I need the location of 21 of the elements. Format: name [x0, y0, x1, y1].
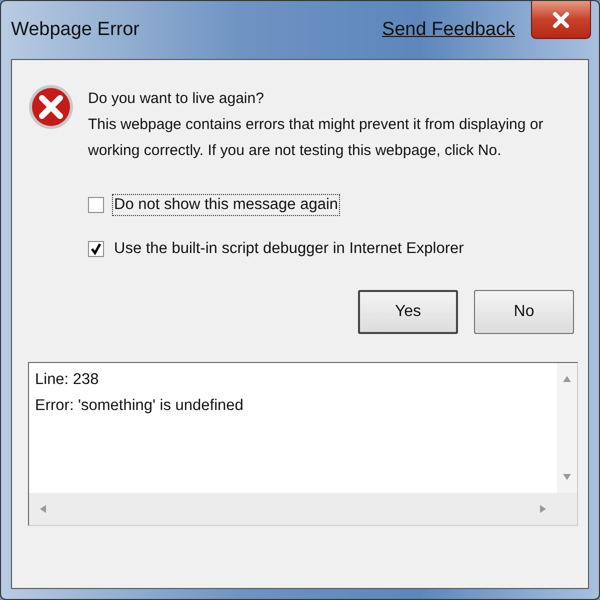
horizontal-scrollbar[interactable] [29, 493, 577, 525]
scroll-left-icon [39, 504, 47, 514]
checkbox[interactable] [88, 241, 104, 257]
yes-button[interactable]: Yes [358, 290, 458, 334]
close-icon [552, 10, 570, 28]
close-button[interactable] [531, 1, 591, 39]
no-button[interactable]: No [474, 290, 574, 334]
send-feedback-link[interactable]: Send Feedback [382, 19, 515, 41]
checkbox[interactable] [88, 197, 104, 213]
vertical-scrollbar[interactable] [557, 363, 577, 493]
scroll-right-icon [539, 504, 547, 514]
window-title: Webpage Error [11, 19, 140, 41]
error-icon [28, 84, 74, 130]
detail-line: Line: 238 [35, 370, 100, 390]
question-text: Do you want to live again? [88, 89, 265, 109]
checkbox-label[interactable]: Use the built-in script debugger in Internet Explorer [112, 238, 466, 260]
detail-line: Error: 'something' is undefined [35, 396, 244, 416]
scroll-down-icon [562, 473, 572, 481]
message-text: This webpage contains errors that might prevent it from displaying or working correctly. If you are not testing this webpage, click No. [88, 115, 544, 161]
scroll-up-icon [562, 375, 572, 383]
checkbox-label[interactable]: Do not show this message again [112, 194, 340, 216]
